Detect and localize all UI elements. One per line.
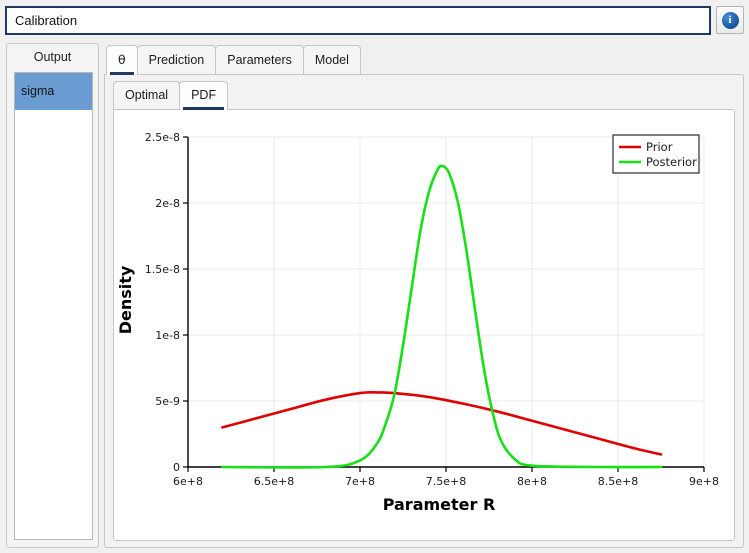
- top-bar: Calibration i: [0, 0, 749, 40]
- main-tab-area: θ Prediction Parameters Model Optimal PD…: [104, 43, 744, 548]
- y-tick-label: 2.5e-8: [145, 131, 180, 144]
- x-tick-label: 8.5e+8: [598, 475, 638, 488]
- x-tick-label: 6.5e+8: [254, 475, 294, 488]
- tab-theta[interactable]: θ: [106, 45, 138, 75]
- tab-prediction[interactable]: Prediction: [136, 45, 217, 75]
- y-axis-label: Density: [116, 265, 135, 334]
- x-tick-label: 9e+8: [689, 475, 719, 488]
- tab-parameters[interactable]: Parameters: [215, 45, 304, 75]
- x-axis-label: Parameter R: [383, 495, 496, 514]
- density-plot: 0 5e-9 1e-8 1.5e-8 2e-8 2.5e-8 6e+8 6.5e+8 7e+8 7…: [114, 110, 734, 540]
- inner-tab-bar: Optimal PDF: [113, 80, 229, 110]
- calibration-window: Calibration i Output sigma θ Prediction …: [0, 0, 749, 553]
- x-tick-label: 8e+8: [517, 475, 547, 488]
- plot-background: [114, 110, 734, 540]
- info-button[interactable]: i: [716, 6, 744, 34]
- tab-model[interactable]: Model: [302, 45, 361, 75]
- list-item-sigma[interactable]: sigma: [15, 73, 92, 110]
- x-tick-label: 7e+8: [345, 475, 375, 488]
- pdf-panel: 0 5e-9 1e-8 1.5e-8 2e-8 2.5e-8 6e+8 6.5e+8 7e+8 7…: [113, 109, 735, 541]
- info-icon: i: [721, 11, 739, 29]
- output-sidebar: Output sigma: [6, 43, 99, 548]
- legend-label-prior: Prior: [646, 140, 673, 154]
- y-tick-label: 5e-9: [155, 395, 180, 408]
- density-plot-svg: 0 5e-9 1e-8 1.5e-8 2e-8 2.5e-8 6e+8 6.5e+8 7e+8 7…: [114, 110, 734, 540]
- y-tick-label: 0: [173, 461, 180, 474]
- output-list[interactable]: sigma: [14, 72, 93, 540]
- y-tick-label: 2e-8: [155, 197, 180, 210]
- legend-label-posterior: Posterior: [646, 155, 697, 169]
- calibration-title-input[interactable]: Calibration: [5, 5, 711, 35]
- window-body: Output sigma θ Prediction Parameters Mod…: [0, 40, 749, 553]
- sidebar-header: Output: [33, 50, 72, 64]
- outer-tab-bar: θ Prediction Parameters Model: [104, 43, 744, 75]
- plot-legend: PriorPosterior: [612, 134, 700, 174]
- tab-optimal[interactable]: Optimal: [113, 81, 181, 110]
- y-tick-label: 1.5e-8: [145, 263, 180, 276]
- x-tick-label: 6e+8: [173, 475, 203, 488]
- y-tick-label: 1e-8: [155, 329, 180, 342]
- theta-panel: Optimal PDF 0 5e-9 1e-8 1.5e-8 2e-8 2.5e-8 6e+…: [104, 74, 744, 548]
- tab-pdf[interactable]: PDF: [179, 81, 229, 110]
- x-tick-label: 7.5e+8: [426, 475, 466, 488]
